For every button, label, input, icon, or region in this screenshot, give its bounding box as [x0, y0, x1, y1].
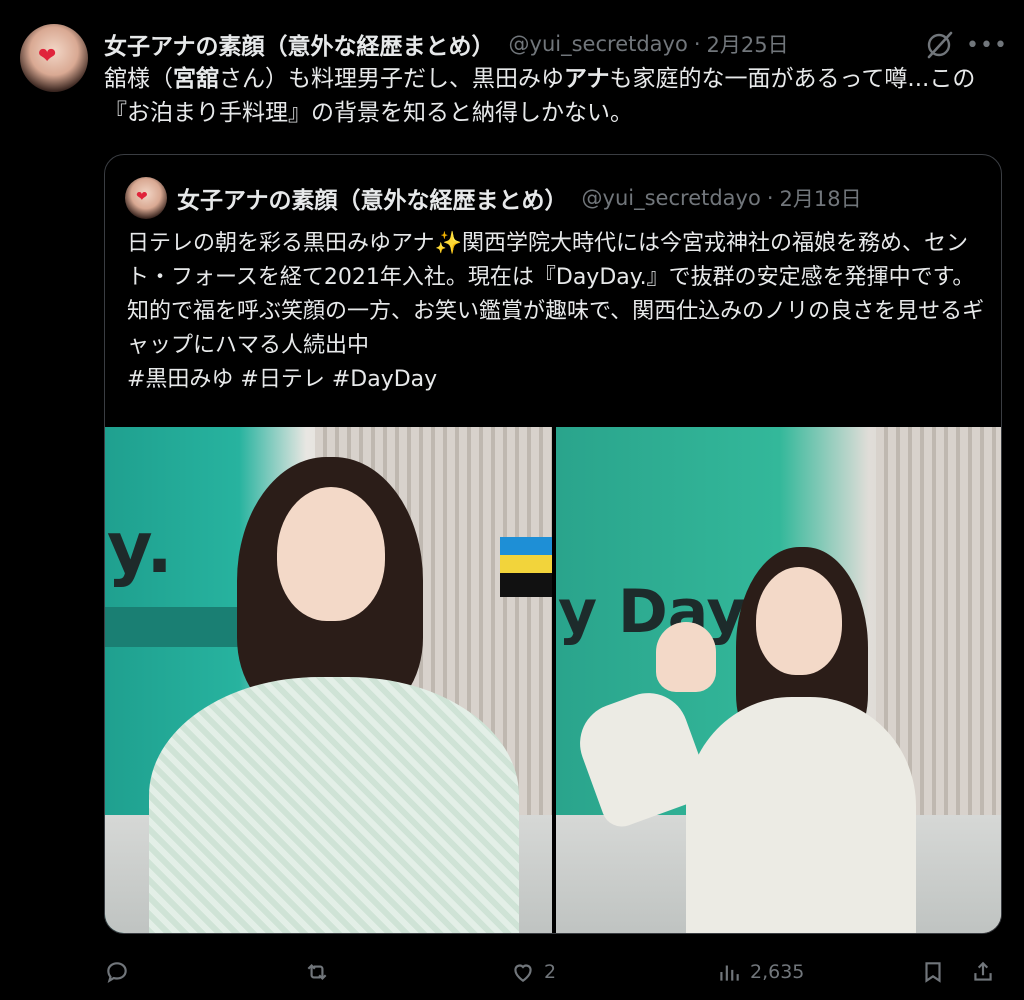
photo-right[interactable]: y Day.	[556, 427, 1001, 933]
tweet[interactable]: ❤ 女子アナの素顔（意外な経歴まとめ） @yui_secretdayo · 2月…	[0, 0, 1024, 1000]
author-name[interactable]: 女子アナの素顔（意外な経歴まとめ）	[104, 27, 495, 61]
quoted-avatar-heart-sticker: ❤	[136, 189, 148, 205]
reply-button[interactable]	[104, 950, 138, 994]
repost-button[interactable]	[304, 950, 338, 994]
quoted-post-text: 日テレの朝を彩る黒田みゆアナ✨関西学院大時代には今宮戎神社の福娘を務め、セント・…	[127, 227, 987, 397]
share-button[interactable]	[970, 950, 996, 994]
quoted-post[interactable]: ❤ 女子アナの素顔（意外な経歴まとめ） @yui_secretdayo · 2月…	[104, 154, 1002, 934]
quoted-text-body: 日テレの朝を彩る黒田みゆアナ✨関西学院大時代には今宮戎神社の福娘を務め、セント・…	[127, 231, 985, 358]
tweet-header: 女子アナの素顔（意外な経歴まとめ） @yui_secretdayo · 2月25…	[104, 24, 789, 64]
reply-icon	[107, 962, 127, 984]
post-text-bold-2: アナ	[564, 66, 610, 92]
heart-icon	[514, 964, 532, 982]
post-date[interactable]: 2月25日	[707, 29, 789, 59]
share-icon	[974, 961, 992, 981]
photo-left-person	[105, 427, 552, 933]
grok-icon[interactable]	[922, 28, 956, 62]
more-icon[interactable]: •••	[966, 28, 1007, 62]
views-count: 2,635	[750, 961, 805, 983]
like-count: 2	[544, 961, 557, 983]
action-bar: 2 2,635	[104, 950, 1004, 994]
header-separator: ·	[693, 32, 701, 56]
photo-left[interactable]: y.	[105, 427, 552, 933]
bookmark-icon	[925, 962, 941, 983]
like-button[interactable]: 2	[510, 950, 556, 994]
quoted-author-name[interactable]: 女子アナの素顔（意外な経歴まとめ）	[177, 181, 568, 215]
post-text-bold-1: 宮舘	[173, 66, 219, 92]
photo-right-person	[556, 427, 1001, 933]
quoted-author-handle[interactable]: @yui_secretdayo	[582, 186, 761, 210]
views-button[interactable]: 2,635	[716, 950, 804, 994]
quoted-author-avatar[interactable]: ❤	[125, 177, 167, 219]
post-text: 舘様（宮舘さん）も料理男子だし、黒田みゆアナも家庭的な一面があるって噂...この…	[104, 62, 1004, 130]
photo-grid: y. y Day.	[105, 427, 1001, 933]
views-icon	[720, 965, 739, 981]
quoted-post-date[interactable]: 2月18日	[780, 183, 862, 213]
author-avatar[interactable]: ❤	[20, 24, 88, 92]
quoted-header: 女子アナの素顔（意外な経歴まとめ） @yui_secretdayo · 2月18…	[177, 179, 862, 217]
bookmark-button[interactable]	[920, 950, 946, 994]
repost-icon	[307, 963, 327, 981]
quoted-header-separator: ·	[766, 186, 774, 210]
post-text-1: 舘様（	[104, 66, 173, 92]
post-text-2: さん）も料理男子だし、黒田みゆ	[219, 66, 564, 92]
quoted-hashtags[interactable]: #黒田みゆ #日テレ #DayDay	[127, 363, 987, 397]
avatar-heart-sticker: ❤	[38, 44, 57, 69]
author-handle[interactable]: @yui_secretdayo	[509, 32, 688, 56]
